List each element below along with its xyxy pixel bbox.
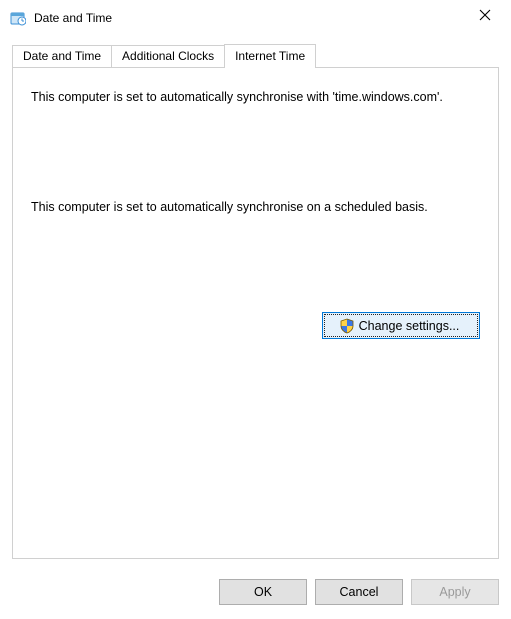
close-button[interactable] [463,1,507,31]
tabs-container: Date and Time Additional Clocks Internet… [12,44,499,559]
tab-additional-clocks[interactable]: Additional Clocks [111,45,225,67]
sync-schedule-text: This computer is set to automatically sy… [31,198,480,216]
tab-date-and-time[interactable]: Date and Time [12,45,112,67]
tab-label: Date and Time [23,49,101,63]
date-time-icon [10,10,26,26]
change-settings-button[interactable]: Change settings... [322,312,480,339]
uac-shield-icon [339,318,355,334]
tabs-row: Date and Time Additional Clocks Internet… [12,44,499,67]
date-time-window: Date and Time Date and Time Additional C… [0,0,511,619]
content-area: Date and Time Additional Clocks Internet… [0,36,511,569]
close-icon [479,9,491,24]
titlebar: Date and Time [0,0,511,36]
ok-button[interactable]: OK [219,579,307,605]
cancel-button[interactable]: Cancel [315,579,403,605]
change-settings-label: Change settings... [359,319,460,333]
sync-server-text: This computer is set to automatically sy… [31,88,480,106]
window-title: Date and Time [34,11,463,25]
apply-button[interactable]: Apply [411,579,499,605]
tab-panel-internet-time: This computer is set to automatically sy… [12,67,499,559]
dialog-button-row: OK Cancel Apply [0,569,511,619]
tab-internet-time[interactable]: Internet Time [224,44,316,68]
tab-label: Additional Clocks [122,49,214,63]
tab-label: Internet Time [235,49,305,63]
change-settings-row: Change settings... [31,312,480,339]
